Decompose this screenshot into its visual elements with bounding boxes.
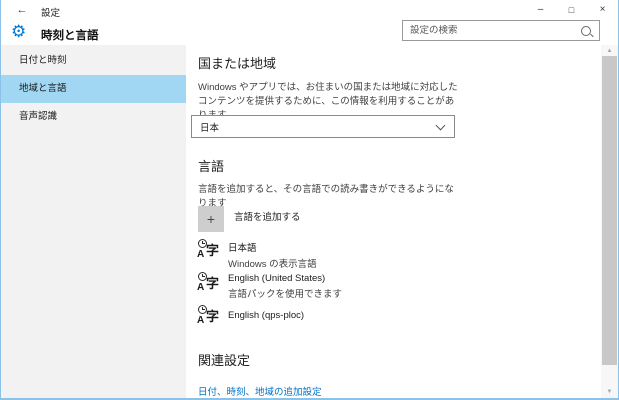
settings-window: ← 設定 – □ × ⚙ 時刻と言語 日付と時刻 地域と言語 音声認識 国または… [0,0,619,400]
language-icon: A 字 [197,239,219,261]
add-language-label[interactable]: 言語を追加する [234,209,301,223]
window-controls: – □ × [525,0,618,20]
language-status: 言語パックを使用できます [228,286,342,300]
scroll-up-icon[interactable]: ▲ [601,46,618,56]
add-language-button[interactable]: + [198,206,224,232]
maximize-button[interactable]: □ [556,0,587,20]
sidebar-item-region-language[interactable]: 地域と言語 [1,75,186,103]
country-dropdown[interactable]: 日本 [191,115,455,138]
scrollbar-thumb[interactable] [602,56,617,365]
plus-icon: + [207,211,215,227]
language-item-english-us[interactable]: A 字 English (United States) 言語パックを使用できます [197,272,342,300]
related-heading: 関連設定 [198,350,250,369]
search-icon [581,26,591,36]
close-button[interactable]: × [587,0,618,20]
minimize-button[interactable]: – [525,0,556,20]
region-heading: 国または地域 [198,53,276,72]
search-input[interactable] [403,25,581,36]
window-title: 設定 [41,5,60,19]
language-heading: 言語 [198,156,224,175]
language-item-qps-ploc[interactable]: A 字 English (qps-ploc) [197,305,304,327]
chevron-down-icon [436,120,446,130]
language-item-japanese[interactable]: A 字 日本語 Windows の表示言語 [197,239,317,270]
country-dropdown-value: 日本 [200,120,219,134]
sidebar-item-speech[interactable]: 音声認識 [1,103,186,131]
language-icon: A 字 [197,272,219,294]
language-description: 言語を追加すると、その言語での読み書きができるようになります [198,183,462,211]
scroll-down-icon[interactable]: ▼ [601,387,618,397]
sidebar-item-date-time[interactable]: 日付と時刻 [1,47,186,75]
page-title: 時刻と言語 [41,27,99,43]
language-name: English (United States) [228,273,342,284]
related-settings-link[interactable]: 日付、時刻、地域の追加設定 [198,384,322,398]
language-name: 日本語 [228,240,317,254]
language-status: Windows の表示言語 [228,256,317,270]
sidebar: 日付と時刻 地域と言語 音声認識 [1,45,186,398]
gear-icon: ⚙ [11,23,26,40]
scrollbar-track[interactable]: ▲ ▼ [601,45,618,398]
search-box [402,20,600,41]
language-icon: A 字 [197,305,219,327]
language-name: English (qps-ploc) [228,310,304,321]
back-icon[interactable]: ← [9,0,35,20]
